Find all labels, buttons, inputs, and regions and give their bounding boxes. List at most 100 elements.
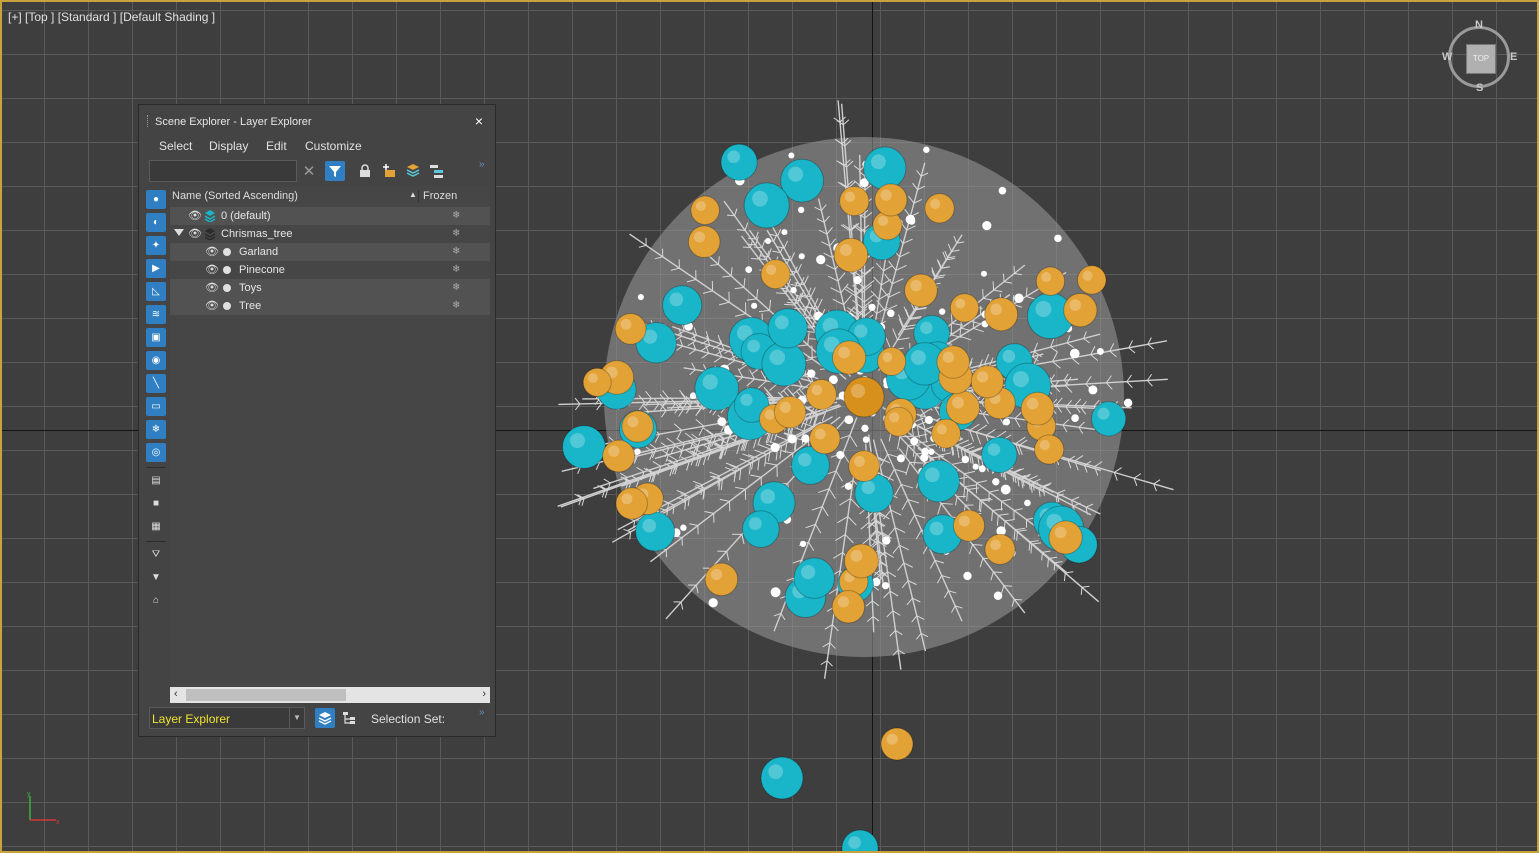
search-input[interactable]: [149, 160, 297, 182]
visibility-eye-icon[interactable]: 👁: [188, 227, 202, 240]
scene-explorer-panel[interactable]: Scene Explorer - Layer Explorer × Select…: [138, 104, 496, 737]
garland-light: [998, 186, 1007, 195]
display-none-icon[interactable]: ■: [146, 494, 166, 513]
display-bones-icon[interactable]: ╲: [146, 374, 166, 393]
frozen-toggle-icon[interactable]: ❄: [452, 228, 460, 239]
drag-grip-icon[interactable]: [147, 115, 151, 127]
menu-customize[interactable]: Customize: [305, 139, 362, 153]
ornament-highlight: [760, 489, 776, 504]
garland-light: [751, 302, 758, 309]
menu-display[interactable]: Display: [209, 139, 248, 153]
scrollbar-thumb[interactable]: [186, 689, 346, 701]
display-xrefs-icon[interactable]: ◉: [146, 351, 166, 370]
menu-select[interactable]: Select: [159, 139, 192, 153]
display-frozen-icon[interactable]: ❄: [146, 420, 166, 439]
ornament-highlight: [621, 493, 633, 505]
layer-row-garland[interactable]: 👁 Garland ❄: [170, 243, 490, 261]
layer-row-toys[interactable]: 👁 Toys ❄: [170, 279, 490, 297]
teal-ornament: [793, 557, 836, 599]
ornament-highlight: [844, 191, 856, 202]
toolbar-overflow-icon[interactable]: »: [479, 159, 485, 170]
display-spacewarps-icon[interactable]: ≋: [146, 305, 166, 324]
frozen-toggle-icon[interactable]: ❄: [452, 210, 460, 221]
display-hidden-icon[interactable]: ◎: [146, 443, 166, 462]
column-header-frozen[interactable]: Frozen: [418, 190, 457, 202]
scroll-left-icon[interactable]: ‹: [174, 688, 178, 700]
clear-search-icon[interactable]: ✕: [299, 161, 319, 181]
lock-icon[interactable]: [355, 161, 375, 181]
viewcube-top-face[interactable]: TOP: [1466, 44, 1496, 74]
visibility-eye-icon[interactable]: 👁: [205, 299, 219, 312]
display-groups-icon[interactable]: ▣: [146, 328, 166, 347]
teal-ornament: [635, 511, 676, 552]
frozen-toggle-icon[interactable]: ❄: [452, 264, 460, 275]
panel-title-bar[interactable]: Scene Explorer - Layer Explorer ×: [139, 105, 495, 135]
display-shapes-icon[interactable]: ◐: [146, 213, 166, 232]
layer-name: Chrismas_tree: [221, 228, 293, 240]
menu-edit[interactable]: Edit: [266, 139, 287, 153]
layer-explorer-mode-icon[interactable]: [315, 708, 335, 728]
explorer-dropdown[interactable]: Layer Explorer ▼: [149, 707, 305, 729]
hierarchy-mode-icon[interactable]: [339, 708, 359, 728]
horizontal-scrollbar[interactable]: ‹ ›: [170, 687, 490, 703]
selection-set-label[interactable]: Selection Set:: [371, 712, 445, 726]
scroll-right-icon[interactable]: ›: [482, 688, 486, 700]
visibility-eye-icon[interactable]: 👁: [205, 245, 219, 258]
layer-hierarchy-icon[interactable]: [427, 161, 447, 181]
visibility-eye-icon[interactable]: 👁: [205, 281, 219, 294]
gold-ornament: [582, 367, 612, 397]
teal-ornament: [662, 285, 703, 326]
ornament-highlight: [695, 201, 706, 212]
gold-ornament: [839, 185, 870, 217]
selection-set-icon[interactable]: ⌂: [146, 591, 166, 610]
ornament-highlight: [1082, 270, 1093, 281]
ornament-highlight: [1097, 407, 1110, 420]
ornament-highlight: [958, 515, 970, 527]
bottom-overflow-icon[interactable]: »: [479, 707, 485, 718]
layer-row-pinecone[interactable]: 👁 Pinecone ❄: [170, 261, 490, 279]
viewport-label[interactable]: [+] [Top ] [Standard ] [Default Shading …: [8, 10, 215, 24]
ornament-highlight: [779, 401, 791, 413]
sort-ascending-icon[interactable]: ▲: [409, 190, 417, 199]
display-containers-icon[interactable]: ▭: [146, 397, 166, 416]
frozen-toggle-icon[interactable]: ❄: [452, 246, 460, 257]
display-all-icon[interactable]: ▤: [146, 471, 166, 490]
visibility-eye-icon[interactable]: 👁: [205, 263, 219, 276]
gold-ornament: [949, 293, 980, 323]
visibility-eye-icon[interactable]: 👁: [188, 209, 202, 222]
chevron-down-icon[interactable]: ▼: [289, 708, 304, 728]
layer-tree-table[interactable]: Name (Sorted Ascending) ▲ Frozen 👁 0 (de…: [170, 187, 490, 687]
garland-light: [1071, 414, 1079, 423]
expand-collapse-icon[interactable]: [174, 229, 184, 236]
layer-row-chrismas-tree[interactable]: 👁 Chrismas_tree ❄: [170, 225, 490, 243]
ornament-highlight: [620, 318, 632, 330]
object-color-icon: [223, 302, 231, 310]
add-to-layer-icon[interactable]: [403, 161, 423, 181]
display-cameras-icon[interactable]: ▶: [146, 259, 166, 278]
create-layer-icon[interactable]: [379, 161, 399, 181]
frozen-toggle-icon[interactable]: ❄: [452, 282, 460, 293]
filter-toggle-icon[interactable]: [325, 161, 345, 181]
display-helpers-icon[interactable]: ◺: [146, 282, 166, 301]
panel-title: Scene Explorer - Layer Explorer: [155, 116, 312, 128]
filter-settings-icon[interactable]: ⛛: [146, 545, 166, 564]
gold-ornament: [1048, 520, 1083, 555]
display-invert-icon[interactable]: ▦: [146, 517, 166, 536]
frozen-toggle-icon[interactable]: ❄: [452, 300, 460, 311]
gold-ornament: [833, 237, 869, 273]
layer-row-tree[interactable]: 👁 Tree ❄: [170, 297, 490, 315]
ornament-highlight: [886, 733, 898, 745]
garland-light: [963, 571, 972, 581]
panel-menubar: Select Display Edit Customize: [139, 137, 495, 155]
display-lights-icon[interactable]: ✦: [146, 236, 166, 255]
compass-south: S: [1476, 82, 1484, 94]
filter-icon[interactable]: ▼: [146, 568, 166, 587]
garland-light: [881, 582, 890, 590]
close-icon[interactable]: ×: [475, 113, 483, 129]
display-geometry-icon[interactable]: ●: [146, 190, 166, 209]
column-header-name[interactable]: Name (Sorted Ascending): [172, 190, 298, 202]
gold-ornament: [1077, 265, 1107, 295]
layer-row-default[interactable]: 👁 0 (default) ❄: [170, 207, 490, 225]
ornament-highlight: [871, 154, 886, 170]
viewcube[interactable]: TOP N S E W: [1442, 19, 1517, 94]
